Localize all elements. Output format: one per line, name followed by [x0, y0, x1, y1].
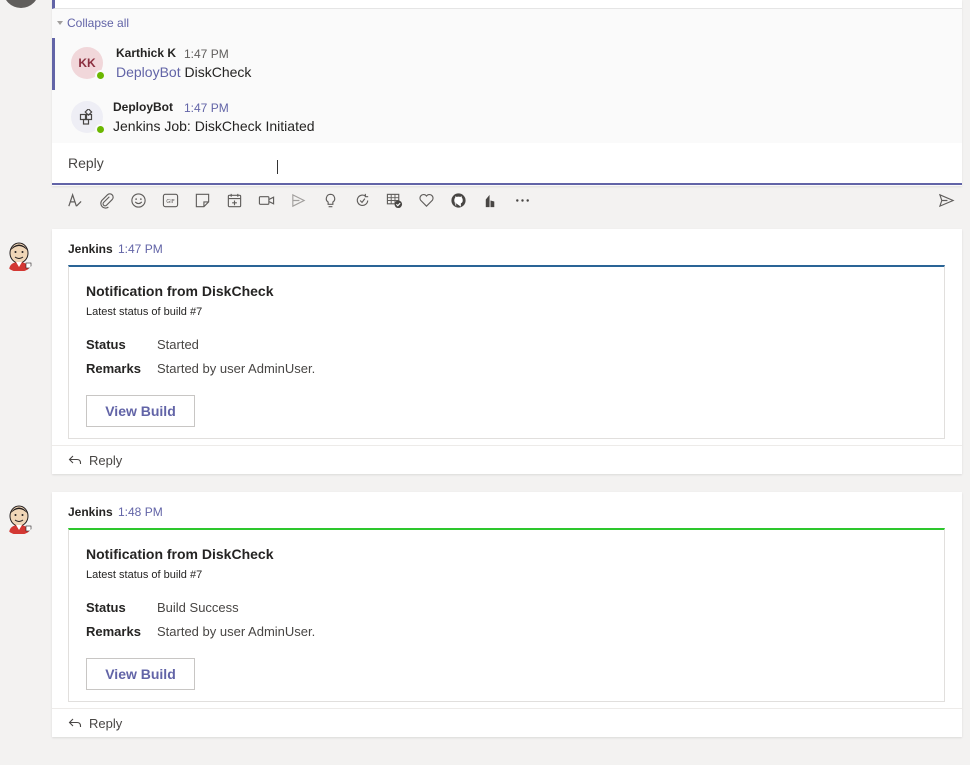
sender-name[interactable]: Jenkins: [68, 505, 113, 519]
jenkins-post: Jenkins 1:48 PM Notification from DiskCh…: [52, 492, 962, 737]
remarks-label: Remarks: [86, 624, 141, 639]
presence-available-icon: [95, 70, 106, 81]
thread-reply[interactable]: KK Karthick K 1:47 PM DeployBot DiskChec…: [52, 38, 962, 90]
message-body: Jenkins Job: DiskCheck Initiated: [113, 118, 315, 134]
chevron-down-icon: [57, 21, 63, 25]
stream-icon[interactable]: [286, 188, 310, 212]
previous-message-edge: [52, 0, 962, 9]
github-icon[interactable]: [446, 188, 470, 212]
author-name[interactable]: Karthick K: [116, 46, 176, 60]
thread-reply[interactable]: DeployBot 1:47 PM Jenkins Job: DiskCheck…: [52, 92, 962, 144]
message-body: DeployBot DiskCheck: [116, 64, 251, 80]
gif-icon[interactable]: GIF: [158, 188, 182, 212]
meet-now-icon[interactable]: [254, 188, 278, 212]
reply-label: Reply: [89, 715, 123, 731]
collapse-all-button[interactable]: Collapse all: [57, 16, 129, 30]
jenkins-post: Jenkins 1:47 PM Notification from DiskCh…: [52, 229, 962, 474]
praise-icon[interactable]: [318, 188, 342, 212]
reply-label: Reply: [89, 452, 123, 468]
reply-compose-box[interactable]: [52, 143, 962, 185]
jenkins-avatar[interactable]: [3, 503, 35, 535]
notification-card: Notification from DiskCheck Latest statu…: [68, 528, 945, 702]
post-time: 1:48 PM: [118, 505, 163, 519]
message-text: DiskCheck: [184, 64, 252, 80]
reply-button[interactable]: Reply: [52, 708, 962, 737]
loop-icon[interactable]: [350, 188, 374, 212]
remarks-value: Started by user AdminUser.: [157, 361, 316, 376]
message-time: 1:47 PM: [184, 101, 229, 115]
card-title: Notification from DiskCheck: [86, 546, 274, 562]
send-icon[interactable]: [934, 188, 958, 212]
mention[interactable]: DeployBot: [116, 64, 181, 80]
like-icon[interactable]: [414, 188, 438, 212]
bot-avatar[interactable]: [71, 101, 106, 135]
more-options-icon[interactable]: [510, 188, 534, 212]
sender-name[interactable]: Jenkins: [68, 242, 113, 256]
notification-card: Notification from DiskCheck Latest statu…: [68, 265, 945, 439]
emoji-icon[interactable]: [126, 188, 150, 212]
format-icon[interactable]: [62, 188, 86, 212]
compose-toolbar: GIF: [52, 188, 962, 214]
attach-icon[interactable]: [94, 188, 118, 212]
presence-available-icon: [95, 124, 106, 135]
reply-icon: [68, 718, 82, 727]
remarks-row: Remarks Started by user AdminUser.: [86, 624, 315, 639]
collapse-all-label: Collapse all: [67, 16, 130, 30]
status-row: Status Build Success: [86, 600, 239, 615]
avatar-initials: KK: [78, 56, 96, 70]
status-row: Status Started: [86, 337, 199, 352]
reply-icon: [68, 455, 82, 464]
sticker-icon[interactable]: [190, 188, 214, 212]
remarks-value: Started by user AdminUser.: [157, 624, 316, 639]
svg-text:GIF: GIF: [166, 198, 175, 204]
reply-input[interactable]: [68, 155, 668, 171]
bot-icon: [79, 109, 93, 125]
schedule-meeting-icon[interactable]: [222, 188, 246, 212]
status-label: Status: [86, 600, 126, 615]
status-value: Started: [157, 337, 199, 352]
card-title: Notification from DiskCheck: [86, 283, 274, 299]
message-time: 1:47 PM: [184, 47, 229, 61]
jenkins-avatar[interactable]: [3, 240, 35, 272]
planner-icon[interactable]: [382, 188, 406, 212]
text-cursor-icon: [277, 160, 279, 174]
post-time: 1:47 PM: [118, 242, 163, 256]
card-subtitle: Latest status of build #7: [86, 306, 203, 318]
author-name[interactable]: DeployBot: [113, 100, 173, 114]
view-build-button[interactable]: View Build: [86, 395, 195, 427]
avatar: [3, 0, 39, 8]
power-bi-icon[interactable]: [478, 188, 502, 212]
avatar[interactable]: KK: [71, 47, 106, 81]
remarks-row: Remarks Started by user AdminUser.: [86, 361, 315, 376]
remarks-label: Remarks: [86, 361, 141, 376]
status-label: Status: [86, 337, 126, 352]
card-subtitle: Latest status of build #7: [86, 569, 203, 581]
reply-button[interactable]: Reply: [52, 445, 962, 474]
view-build-button[interactable]: View Build: [86, 658, 195, 690]
status-value: Build Success: [157, 600, 239, 615]
